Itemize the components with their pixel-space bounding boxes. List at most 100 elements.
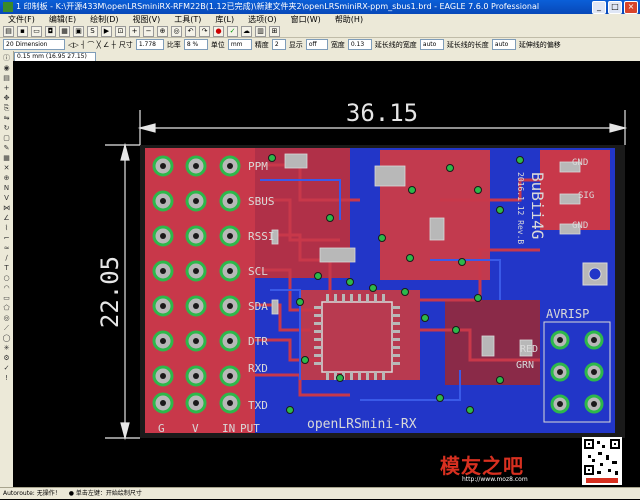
mark-icon[interactable]: + (2, 84, 11, 92)
menu-draw[interactable]: 绘制(D) (90, 14, 118, 26)
signal-icon[interactable]: ⟋ (2, 324, 11, 332)
size-label: 尺寸 (118, 40, 133, 49)
window-buttons: _ □ × (592, 1, 638, 14)
antenna-connector (582, 262, 608, 286)
redraw-icon[interactable]: ◎ (171, 26, 182, 37)
smash-icon[interactable]: ⋈ (2, 204, 11, 212)
mirror-icon[interactable]: ⇋ (2, 114, 11, 122)
route-icon[interactable]: ⌐ (2, 234, 11, 242)
delete-icon[interactable]: ✕ (2, 164, 11, 172)
menu-tools[interactable]: 工具(T) (174, 14, 201, 26)
zoom-select-icon[interactable]: ⊕ (157, 26, 168, 37)
move-icon[interactable]: ✥ (2, 94, 11, 102)
rotate-icon[interactable]: ↻ (2, 124, 11, 132)
save-icon[interactable]: ▪ (17, 26, 28, 37)
print-icon[interactable]: ▭ (31, 26, 42, 37)
menu-view[interactable]: 视图(V) (133, 14, 161, 26)
ext-length-select[interactable]: auto (491, 39, 516, 50)
menu-file[interactable]: 文件(F) (8, 14, 35, 26)
design-link-icon[interactable]: ⊞ (269, 26, 280, 37)
redo-icon[interactable]: ↷ (199, 26, 210, 37)
script-icon[interactable]: S (87, 26, 98, 37)
change-icon[interactable]: ✎ (2, 144, 11, 152)
pin-label-sda: SDA (248, 300, 268, 313)
show-icon[interactable]: ◉ (2, 64, 11, 72)
ratio-select[interactable]: 8 % (183, 39, 208, 50)
parameter-toolbar: 20 Dimension ◁▷ ┤ ⌒ ╳ ∠ ┼ 尺寸 1.778 比率 8 … (0, 38, 640, 51)
drc-icon[interactable]: ! (2, 374, 11, 382)
maximize-button[interactable]: □ (608, 1, 622, 14)
value-icon[interactable]: V (2, 194, 11, 202)
command-line-bar (13, 51, 640, 61)
display-select[interactable]: off (305, 39, 328, 50)
menu-library[interactable]: 库(L) (215, 14, 234, 26)
header-label-g: G (158, 422, 165, 435)
rect-icon[interactable]: ▭ (2, 294, 11, 302)
menu-options[interactable]: 选项(O) (248, 14, 277, 26)
copy-icon[interactable]: ⎘ (2, 104, 11, 112)
menu-edit[interactable]: 编辑(E) (49, 14, 76, 26)
erc-icon[interactable]: ✓ (2, 364, 11, 372)
pin-label-scl: SCL (248, 265, 268, 278)
size-select[interactable]: 1.778 (135, 39, 164, 50)
cloud-icon[interactable]: ☁ (241, 26, 252, 37)
display-icon[interactable]: ▤ (2, 74, 11, 82)
zoom-in-icon[interactable]: + (129, 26, 140, 37)
polygon-icon[interactable]: ⬠ (2, 304, 11, 312)
menu-bar: 文件(F) 编辑(E) 绘制(D) 视图(V) 工具(T) 库(L) 选项(O)… (0, 14, 640, 26)
zoom-out-icon[interactable]: − (143, 26, 154, 37)
minimize-button[interactable]: _ (592, 1, 606, 14)
board-icon[interactable]: ▣ (73, 26, 84, 37)
text-icon[interactable]: T (2, 264, 11, 272)
stop-icon[interactable]: ● (213, 26, 224, 37)
circle-icon[interactable]: ○ (2, 274, 11, 282)
pin-label-ppm: PPM (248, 160, 268, 173)
group-icon[interactable]: ▢ (2, 134, 11, 142)
go-icon[interactable]: ✓ (227, 26, 238, 37)
ext-length-label: 延长线的长度 (446, 40, 489, 49)
width-select[interactable]: 0.13 (347, 39, 372, 50)
status-text: Autoroute: 无操作！ (3, 490, 61, 497)
top-pour-mcu (300, 290, 420, 380)
split-icon[interactable]: ∠ (2, 214, 11, 222)
dim-type-icon[interactable]: ◁▷ ┤ ⌒ ╳ ∠ ┼ (68, 40, 116, 50)
dim-x-label: 36.15 (346, 99, 418, 127)
close-button[interactable]: × (624, 1, 638, 14)
name-icon[interactable]: N (2, 184, 11, 192)
sch-icon[interactable]: ▦ (59, 26, 70, 37)
ripup-icon[interactable]: ≈ (2, 244, 11, 252)
auto-icon[interactable]: ⚙ (2, 354, 11, 362)
header-label-v: V (192, 422, 199, 435)
zoom-fit-icon[interactable]: ⊡ (115, 26, 126, 37)
title-bar: 1 印制板 - K:\开源433M\openLRSminiRX-RFM22B(1… (0, 0, 640, 14)
precision-select[interactable]: 2 (271, 39, 286, 50)
status-bar: Autoroute: 无操作！ ● 单击左键：开始绘制尺寸 (0, 487, 640, 499)
gnd-label-bottom: GND (572, 221, 588, 231)
left-toolbox: ⓘ ◉ ▤ + ✥ ⎘ ⇋ ↻ ▢ ✎ ▦ ✕ ⊕ N V ⋈ ∠ ⌇ ⌐ ≈ … (0, 51, 14, 487)
ext-width-select[interactable]: auto (419, 39, 444, 50)
main-toolbar: ▤ ▪ ▭ ◘ ▦ ▣ S ▶ ⊡ + − ⊕ ◎ ↶ ↷ ● ✓ ☁ ▥ ⊞ (0, 26, 640, 38)
undo-icon[interactable]: ↶ (185, 26, 196, 37)
board-title: openLRSmini-RX (307, 417, 417, 432)
watermark-url: http://www.moz8.com (462, 476, 528, 483)
layer-select[interactable]: 20 Dimension (3, 39, 65, 50)
dim-y-label: 22.05 (96, 256, 124, 328)
wire-icon[interactable]: ∕ (2, 254, 11, 262)
ratsnest-icon[interactable]: ✳ (2, 344, 11, 352)
menu-help[interactable]: 帮助(H) (335, 14, 363, 26)
add-icon[interactable]: ⊕ (2, 174, 11, 182)
open-icon[interactable]: ▤ (3, 26, 14, 37)
menu-window[interactable]: 窗口(W) (291, 14, 321, 26)
info-icon[interactable]: ⓘ (2, 54, 11, 62)
cam-icon[interactable]: ◘ (45, 26, 56, 37)
arc-icon[interactable]: ◠ (2, 284, 11, 292)
board-canvas[interactable]: 36.15 22.05 PPM SBUS RSSI SCL SDA DTR RX… (13, 61, 640, 487)
library-icon[interactable]: ▥ (255, 26, 266, 37)
run-icon[interactable]: ▶ (101, 26, 112, 37)
hole-icon[interactable]: ◯ (2, 334, 11, 342)
paste-icon[interactable]: ▦ (2, 154, 11, 162)
display-label: 显示 (288, 40, 303, 49)
optimize-icon[interactable]: ⌇ (2, 224, 11, 232)
via-icon[interactable]: ◎ (2, 314, 11, 322)
unit-select[interactable]: mm (227, 39, 252, 50)
